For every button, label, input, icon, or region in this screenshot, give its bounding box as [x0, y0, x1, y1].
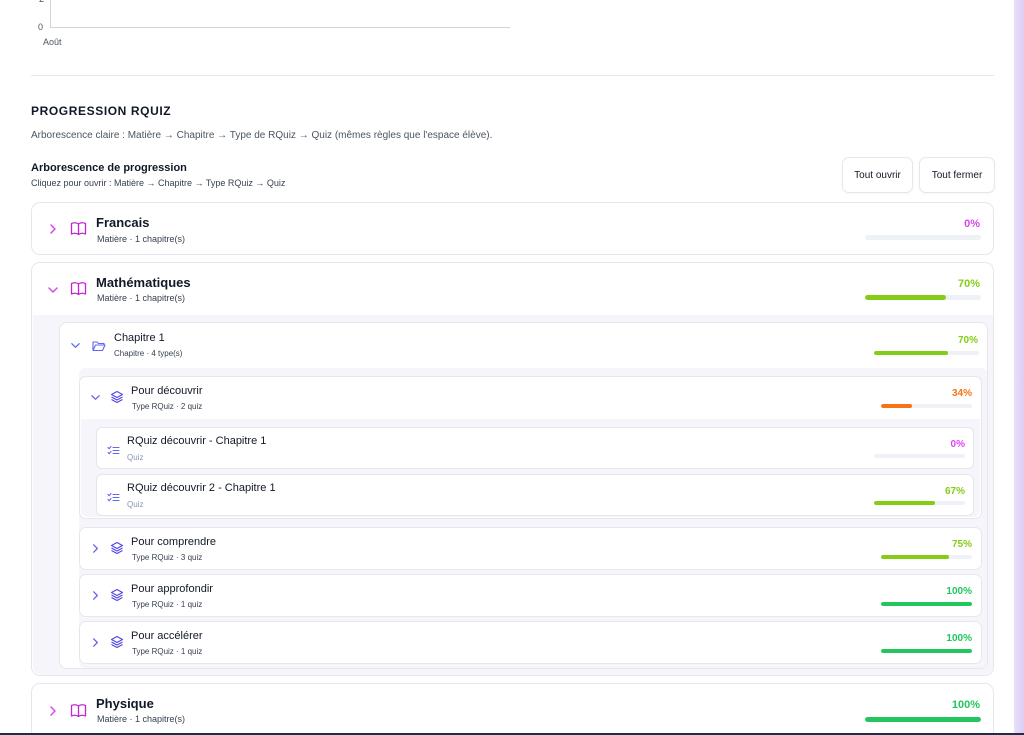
quiz-row[interactable]: RQuiz découvrir 2 - Chapitre 1 Quiz 67%: [96, 474, 974, 516]
chevron-right-icon[interactable]: [90, 637, 101, 650]
section-title: PROGRESSION RQUIZ: [31, 104, 172, 118]
quiz-name: RQuiz découvrir - Chapitre 1: [127, 435, 267, 447]
subject-name: Physique: [96, 696, 154, 711]
type-meta: Type RQuiz · 3 quiz: [132, 553, 203, 562]
layers-icon: [110, 635, 124, 654]
type-name: Pour approfondir: [131, 583, 213, 595]
type-name: Pour comprendre: [131, 536, 216, 548]
section-divider: [31, 75, 994, 76]
progress-percent: 70%: [957, 278, 980, 290]
type-meta: Type RQuiz · 1 quiz: [132, 600, 203, 609]
type-card-pour-comprendre[interactable]: Pour comprendre Type RQuiz · 3 quiz 75%: [79, 527, 982, 570]
subject-card-physique[interactable]: Physique Matière · 1 chapitre(s) 100%: [31, 683, 994, 735]
layers-icon: [110, 541, 124, 560]
quiz-name: RQuiz découvrir 2 - Chapitre 1: [127, 482, 276, 494]
activity-chart-remnant: 2 0 Août: [31, 0, 511, 52]
window-edge: [1014, 0, 1024, 735]
folder-open-icon: [92, 339, 106, 357]
checklist-icon: [107, 443, 120, 461]
subject-meta: Matière · 1 chapitre(s): [97, 714, 186, 724]
tree-hint: Cliquez pour ouvrir : Matière → Chapitre…: [31, 178, 286, 188]
chevron-right-icon[interactable]: [47, 705, 59, 719]
type-name: Pour accélérer: [131, 630, 203, 642]
layers-icon: [110, 588, 124, 607]
book-icon: [70, 281, 87, 301]
type-card-pour-accelerer[interactable]: Pour accélérer Type RQuiz · 1 quiz 100%: [79, 621, 982, 664]
progress-bar: [865, 235, 981, 240]
quiz-row[interactable]: RQuiz découvrir - Chapitre 1 Quiz 0%: [96, 427, 974, 469]
progress-percent: 100%: [946, 633, 972, 644]
subject-card-francais[interactable]: Francais Matière · 1 chapitre(s) 0%: [31, 202, 994, 255]
progress-bar: [874, 351, 979, 355]
chevron-right-icon[interactable]: [90, 590, 101, 603]
progress-percent: 70%: [957, 335, 978, 346]
progress-bar: [881, 649, 972, 653]
progress-bar: [865, 717, 981, 722]
chevron-down-icon[interactable]: [90, 392, 101, 405]
progress-bar: [881, 602, 972, 606]
y-tick-label: 0: [38, 22, 44, 32]
close-all-button[interactable]: Tout fermer: [919, 157, 995, 193]
progress-bar: [874, 501, 965, 505]
progress-percent: 0%: [964, 218, 980, 230]
chart-y-axis: [50, 0, 51, 28]
quiz-meta: Quiz: [127, 500, 144, 509]
progress-bar: [881, 404, 972, 408]
progress-bar: [865, 295, 981, 300]
y-tick-label: 2: [39, 0, 44, 4]
subject-meta: Matière · 1 chapitre(s): [97, 234, 186, 244]
subject-meta: Matière · 1 chapitre(s): [97, 293, 186, 303]
progress-percent: 75%: [951, 539, 972, 550]
tree-title: Arborescence de progression: [31, 162, 187, 174]
chevron-right-icon[interactable]: [90, 543, 101, 556]
progress-percent: 67%: [944, 486, 965, 497]
chapter-card[interactable]: Chapitre 1 Chapitre · 4 type(s) 70% Pour…: [59, 322, 988, 669]
chapter-meta: Chapitre · 4 type(s): [114, 349, 183, 358]
subject-card-mathematiques[interactable]: Mathématiques Matière · 1 chapitre(s) 70…: [31, 262, 994, 676]
progress-percent: 100%: [946, 586, 972, 597]
x-tick-label: Août: [43, 37, 62, 47]
progress-bar: [874, 454, 965, 458]
progress-percent: 100%: [951, 699, 980, 711]
progress-percent: 34%: [951, 388, 972, 399]
chevron-down-icon[interactable]: [70, 340, 81, 353]
type-meta: Type RQuiz · 1 quiz: [132, 647, 203, 656]
section-description: Arborescence claire : Matière → Chapitre…: [31, 130, 493, 141]
checklist-icon: [107, 490, 120, 508]
type-card-pour-approfondir[interactable]: Pour approfondir Type RQuiz · 1 quiz 100…: [79, 574, 982, 617]
type-meta: Type RQuiz · 2 quiz: [132, 402, 203, 411]
chapter-name: Chapitre 1: [114, 332, 165, 344]
open-all-button[interactable]: Tout ouvrir: [842, 157, 913, 193]
progress-bar: [881, 555, 972, 559]
quiz-meta: Quiz: [127, 453, 144, 462]
subject-name: Francais: [96, 215, 150, 230]
subject-name: Mathématiques: [96, 275, 191, 290]
type-name: Pour découvrir: [131, 385, 203, 397]
chevron-right-icon[interactable]: [47, 223, 59, 237]
book-icon: [70, 703, 87, 723]
type-card-pour-decouvrir[interactable]: Pour découvrir Type RQuiz · 2 quiz 34% R…: [79, 376, 982, 519]
chart-x-axis: [50, 27, 510, 28]
layers-icon: [110, 390, 124, 409]
chevron-down-icon[interactable]: [47, 284, 59, 298]
page: 2 0 Août PROGRESSION RQUIZ Arborescence …: [0, 0, 1014, 735]
progress-percent: 0%: [950, 439, 965, 450]
book-icon: [70, 221, 87, 241]
